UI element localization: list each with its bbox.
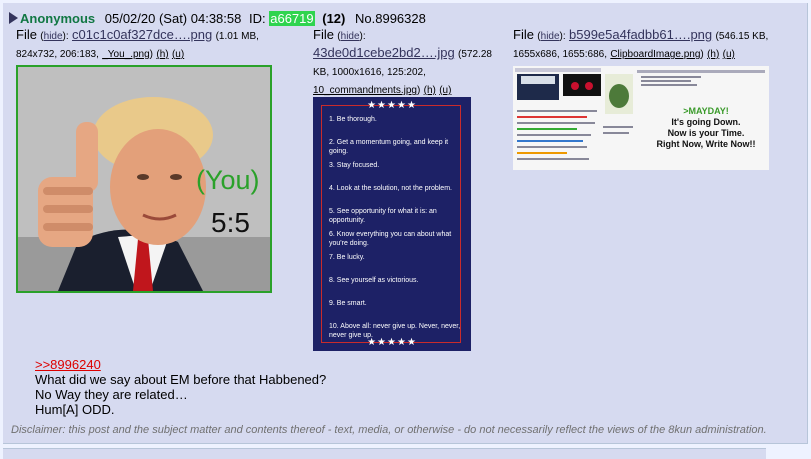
reply-count: (12) — [322, 11, 346, 26]
file-info-1: File (hide): c01c1c0af327dce….png (1.01 … — [16, 27, 259, 60]
body-line: No Way they are related… — [35, 387, 188, 402]
mayday-text-block: >MAYDAY! It's going Down. Now is your Ti… — [643, 106, 769, 150]
you-overlay-text: (You) — [196, 165, 260, 195]
disclaimer-text: Disclaimer: this post and the subject ma… — [11, 424, 767, 436]
body-line: Hum[A] ODD. — [35, 402, 115, 417]
commandment-item: 6. Know everything you can about what yo… — [329, 231, 452, 247]
post-number[interactable]: No.8996328 — [355, 11, 426, 26]
file-unhide-u-link[interactable]: (u) — [439, 85, 451, 96]
mayday-line-1: It's going Down. — [671, 117, 741, 127]
commandment-item: 2. Get a momentum going, and keep it goi… — [329, 139, 449, 155]
file-info-2: File (hide): 43de0d1cebe2bd2….jpg (572.2… — [313, 27, 492, 96]
commandment-item: 5. See opportunity for what it is: an op… — [329, 208, 437, 224]
file-name-link[interactable]: 43de0d1cebe2bd2….jpg — [313, 45, 455, 60]
mayday-line-3: Right Now, Write Now!! — [656, 139, 756, 149]
commandment-item: 4. Look at the solution, not the problem… — [329, 185, 452, 192]
file-info-3: File (hide): b599e5a4fadbb61….png (546.1… — [513, 27, 769, 60]
file-original-name[interactable]: _You_.png — [102, 49, 149, 60]
commandment-item: 7. Be lucky. — [329, 254, 365, 261]
poster-id[interactable]: a66719 — [269, 11, 315, 26]
thumbnail-image-2[interactable]: ★★★★★ 1. Be thorough. 2. Get a momentum … — [313, 97, 471, 351]
poster-name: Anonymous — [20, 11, 96, 26]
post-body: >>8996240 What did we say about EM befor… — [35, 357, 326, 417]
file-hide-h-link[interactable]: (h) — [707, 49, 719, 60]
file-hide-h-link[interactable]: (h) — [156, 49, 168, 60]
file-name-link[interactable]: c01c1c0af327dce….png — [72, 27, 212, 42]
file-label: File — [513, 27, 534, 42]
commandment-item: 8. See yourself as victorious. — [329, 277, 419, 284]
hide-file-link[interactable]: hide — [541, 31, 560, 42]
post-intro: Anonymous 05/02/20 (Sat) 04:38:58 ID: a6… — [9, 11, 426, 26]
post-menu-triangle-icon[interactable] — [9, 12, 18, 24]
file-label: File — [16, 27, 37, 42]
hide-file-link[interactable]: hide — [341, 31, 360, 42]
thumbnail-image-1[interactable]: (You) 5:5 — [16, 65, 272, 293]
commandment-item: 3. Stay focused. — [329, 162, 380, 169]
poster-id-label: ID: — [248, 11, 266, 26]
stars-bottom: ★★★★★ — [367, 337, 417, 348]
file-unhide-u-link[interactable]: (u) — [723, 49, 735, 60]
file-unhide-u-link[interactable]: (u) — [172, 49, 184, 60]
stars-top: ★★★★★ — [367, 100, 417, 111]
file-hide-h-link[interactable]: (h) — [424, 85, 436, 96]
commandment-item: 1. Be thorough. — [329, 116, 377, 123]
mayday-greentext: >MAYDAY! — [683, 106, 729, 116]
mayday-line-2: Now is your Time. — [667, 128, 745, 138]
commandments-list: 1. Be thorough. 2. Get a momentum going,… — [329, 115, 462, 345]
file-label: File — [313, 27, 334, 42]
commandment-item: 9. Be smart. — [329, 300, 367, 307]
reply-quote-link[interactable]: >>8996240 — [35, 357, 101, 372]
post-date: 05/02/20 (Sat) 04:38:58 — [104, 11, 242, 26]
body-line: What did we say about EM before that Hab… — [35, 372, 327, 387]
file-original-name[interactable]: 10_commandments.jpg — [313, 85, 417, 96]
next-post-edge — [3, 448, 766, 459]
post-container: Anonymous 05/02/20 (Sat) 04:38:58 ID: a6… — [3, 3, 808, 444]
hide-file-link[interactable]: hide — [44, 31, 63, 42]
file-original-name[interactable]: ClipboardImage.png — [610, 49, 700, 60]
thumbnail-image-3[interactable]: >MAYDAY! It's going Down. Now is your Ti… — [513, 66, 769, 170]
file-name-link[interactable]: b599e5a4fadbb61….png — [569, 27, 712, 42]
ratio-overlay-text: 5:5 — [211, 207, 250, 238]
